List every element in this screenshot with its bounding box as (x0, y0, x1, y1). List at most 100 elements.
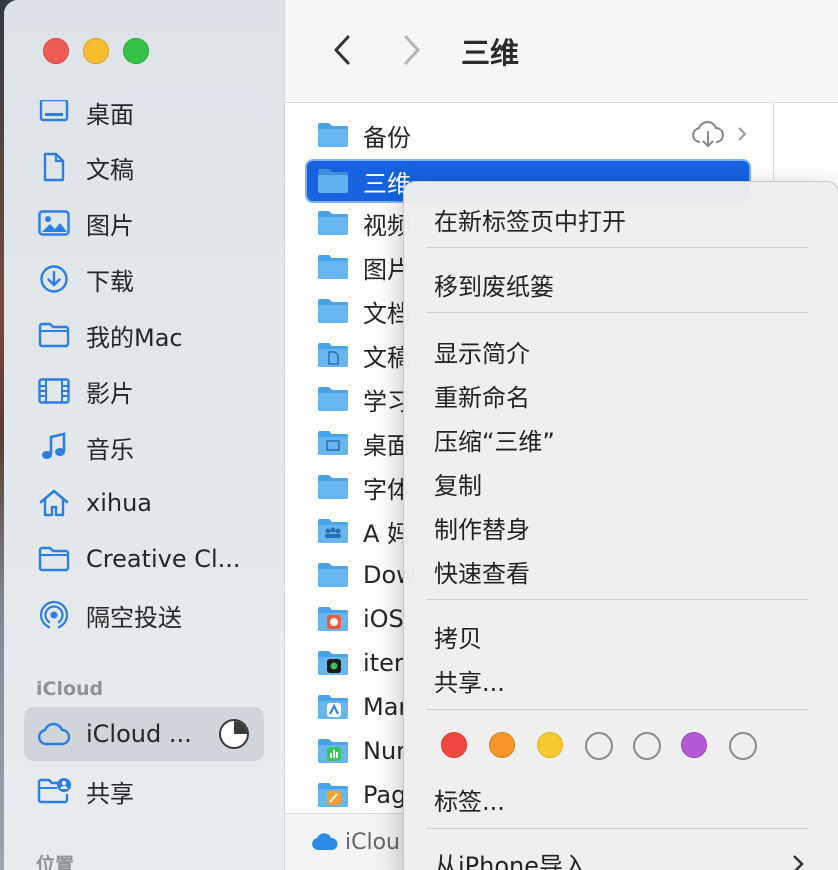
menu-item-open-in-new-tab[interactable]: 在新标签页中打开 (434, 202, 626, 237)
path-bar-label[interactable]: iClou (345, 830, 400, 855)
sidebar-item-icloud-drive[interactable]: iCloud ... (24, 707, 264, 761)
folder-icon (317, 168, 349, 194)
sidebar-item-desktop[interactable]: 桌面 (24, 90, 264, 134)
sidebar-section-icloud: iCloud (36, 678, 104, 700)
close-window-button[interactable] (43, 38, 69, 64)
file-name: iOS (363, 605, 404, 633)
shared-folder-icon (36, 773, 72, 809)
cloud-download-icon[interactable] (691, 121, 725, 153)
documents-folder-icon (317, 342, 349, 368)
chevron-right-icon (737, 126, 747, 146)
airdrop-icon (36, 597, 72, 633)
download-icon (36, 261, 72, 297)
cloud-icon (311, 832, 339, 856)
zoom-window-button[interactable] (123, 38, 149, 64)
sidebar-item-pictures[interactable]: 图片 (24, 201, 264, 245)
sidebar-section-locations: 位置 (36, 854, 75, 870)
tag-purple[interactable] (681, 732, 707, 758)
file-name: iter (363, 649, 404, 677)
sidebar-item-label: 音乐 (86, 435, 134, 464)
app-folder-icon (317, 782, 349, 808)
sidebar-item-label: 影片 (86, 379, 134, 408)
tag-red[interactable] (441, 732, 467, 758)
photo-icon (36, 205, 72, 241)
sidebar-item-my-mac[interactable]: 我的Mac (24, 313, 264, 357)
app-folder-icon (317, 650, 349, 676)
menu-item-move-to-trash[interactable]: 移到废纸篓 (434, 267, 554, 302)
menu-item-make-alias[interactable]: 制作替身 (434, 510, 530, 545)
back-button[interactable] (327, 30, 357, 70)
context-menu: 在新标签页中打开 移到废纸篓 显示简介 重新命名 压缩“三维” 复制 制作替身 … (403, 181, 838, 870)
minimize-window-button[interactable] (83, 38, 109, 64)
file-name: 备份 (363, 123, 411, 152)
file-name: Mar (363, 693, 409, 721)
tag-orange[interactable] (489, 732, 515, 758)
file-name: Nur (363, 737, 407, 765)
tag-gray[interactable] (729, 732, 757, 760)
toolbar: 三维 (285, 0, 838, 103)
finder-window: 桌面 文稿 图片 下载 我的Mac 影片 音乐 xihua Creative C… (4, 0, 838, 870)
tag-blue[interactable] (633, 732, 661, 760)
cloud-icon (36, 716, 72, 752)
menu-item-get-info[interactable]: 显示简介 (434, 334, 530, 369)
chevron-right-icon (792, 854, 804, 870)
sidebar-item-label: xihua (86, 489, 152, 517)
sidebar-item-label: 共享 (86, 779, 134, 808)
desktop-folder-icon (317, 430, 349, 456)
folder-icon (36, 317, 72, 353)
sidebar-item-documents[interactable]: 文稿 (24, 145, 264, 189)
menu-item-copy[interactable]: 拷贝 (434, 619, 482, 654)
menu-item-import-from-iphone[interactable]: 从iPhone导入 (434, 846, 587, 870)
tag-green[interactable] (585, 732, 613, 760)
menu-separator (426, 247, 808, 248)
sync-progress-icon (218, 718, 250, 754)
chevron-left-icon (334, 35, 350, 65)
film-icon (36, 373, 72, 409)
menu-item-duplicate[interactable]: 复制 (434, 466, 482, 501)
desktop-icon (36, 94, 72, 130)
folder-icon (317, 474, 349, 500)
sidebar-item-home[interactable]: xihua (24, 481, 264, 525)
menu-item-share[interactable]: 共享... (434, 663, 505, 698)
menu-item-quick-look[interactable]: 快速查看 (434, 554, 530, 589)
sidebar-item-creative-cloud[interactable]: Creative Cl... (24, 537, 264, 581)
sidebar-item-label: 桌面 (86, 100, 134, 129)
tag-yellow[interactable] (537, 732, 563, 758)
sidebar-item-label: 隔空投送 (86, 603, 182, 632)
menu-separator (426, 599, 808, 600)
window-title: 三维 (461, 36, 520, 70)
folder-icon (317, 298, 349, 324)
menu-item-compress[interactable]: 压缩“三维” (434, 422, 555, 457)
folder-icon (317, 122, 349, 148)
sidebar-item-movies[interactable]: 影片 (24, 369, 264, 413)
shared-group-folder-icon (317, 518, 349, 544)
menu-separator (426, 709, 808, 710)
folder-icon (317, 386, 349, 412)
folder-icon (317, 210, 349, 236)
folder-icon (317, 562, 349, 588)
menu-separator (426, 312, 808, 313)
sidebar-item-label: 文稿 (86, 155, 134, 184)
menu-separator (426, 828, 808, 829)
menu-item-rename[interactable]: 重新命名 (434, 378, 530, 413)
file-name: Pag (363, 781, 407, 809)
home-icon (36, 485, 72, 521)
sidebar-item-airdrop[interactable]: 隔空投送 (24, 593, 264, 637)
sidebar-item-music[interactable]: 音乐 (24, 425, 264, 469)
menu-item-tags[interactable]: 标签... (434, 782, 505, 817)
sidebar-item-label: 我的Mac (86, 323, 183, 352)
document-icon (36, 149, 72, 185)
sidebar: 桌面 文稿 图片 下载 我的Mac 影片 音乐 xihua Creative C… (4, 0, 285, 870)
app-folder-icon (317, 606, 349, 632)
folder-icon (317, 254, 349, 280)
app-folder-icon (317, 738, 349, 764)
list-item[interactable]: 备份 (307, 115, 749, 155)
sidebar-item-shared[interactable]: 共享 (24, 769, 264, 813)
folder-icon (36, 541, 72, 577)
chevron-right-icon (404, 35, 420, 65)
sidebar-item-label: 下载 (86, 267, 134, 296)
music-note-icon (36, 429, 72, 465)
forward-button[interactable] (397, 30, 427, 70)
sidebar-item-label: Creative Cl... (86, 545, 241, 573)
sidebar-item-downloads[interactable]: 下载 (24, 257, 264, 301)
